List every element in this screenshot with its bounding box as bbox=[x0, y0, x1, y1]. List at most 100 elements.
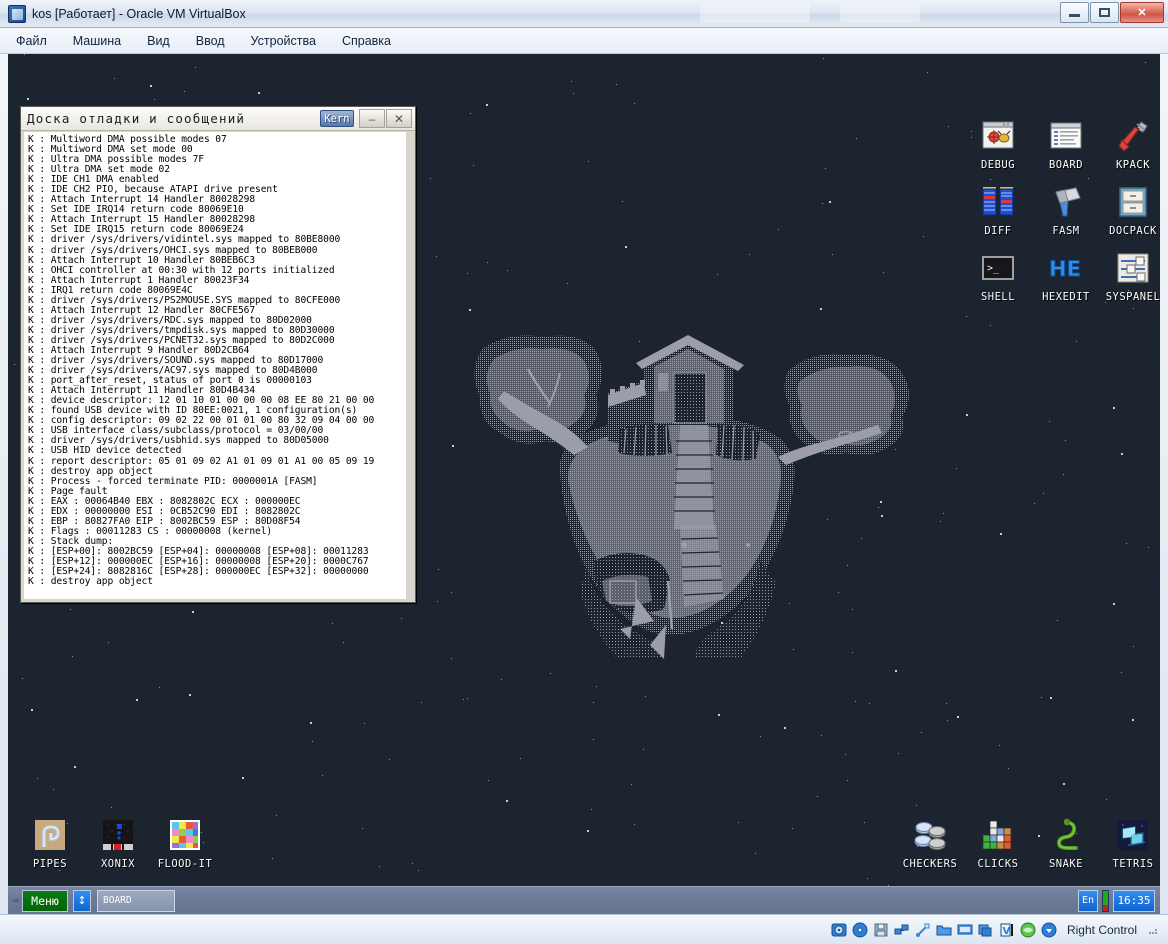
star bbox=[27, 98, 29, 100]
star bbox=[501, 679, 502, 680]
desktop-icon-syspanel[interactable]: SYSPANEL bbox=[1101, 250, 1160, 303]
desktop-icon-docpack[interactable]: DOCPACK bbox=[1101, 184, 1160, 237]
star bbox=[452, 445, 454, 447]
taskbar-collapse-arrow[interactable]: ◄ bbox=[10, 896, 20, 906]
shell-terminal-icon: >_ bbox=[980, 250, 1016, 286]
desktop-icon-pipes[interactable]: PIPES bbox=[18, 817, 82, 870]
mouse-capture-icon[interactable] bbox=[1020, 922, 1036, 938]
close-button[interactable]: ✕ bbox=[1120, 2, 1164, 23]
star bbox=[855, 701, 856, 702]
debug-board-window[interactable]: Доска отладки и сообщений Kern – ✕ K : M… bbox=[20, 106, 416, 603]
star bbox=[1041, 697, 1042, 698]
menu-file[interactable]: Файл bbox=[14, 32, 49, 50]
star bbox=[1113, 407, 1115, 409]
star bbox=[1133, 308, 1134, 309]
checkers-game-icon bbox=[912, 817, 948, 853]
menu-view[interactable]: Вид bbox=[145, 32, 172, 50]
star bbox=[159, 687, 160, 688]
virtualization-icon[interactable]: V bbox=[999, 922, 1015, 938]
star bbox=[31, 709, 33, 711]
desktop-icon-board[interactable]: BOARD bbox=[1034, 118, 1098, 171]
star bbox=[1133, 646, 1134, 647]
star bbox=[364, 723, 365, 724]
star bbox=[421, 702, 422, 703]
keyboard-icon[interactable] bbox=[1041, 922, 1057, 938]
floppy-icon[interactable] bbox=[873, 922, 889, 938]
desktop-icon-diff[interactable]: DIFF bbox=[966, 184, 1030, 237]
desktop-icon-clicks[interactable]: CLICKS bbox=[966, 817, 1030, 870]
board-titlebar[interactable]: Доска отладки и сообщений Kern – ✕ bbox=[21, 107, 415, 131]
star bbox=[389, 759, 390, 760]
desktop-icon-snake[interactable]: SNAKE bbox=[1034, 817, 1098, 870]
desktop-icon-kpack[interactable]: KPACK bbox=[1101, 118, 1160, 171]
desktop-icon-floodit[interactable]: FLOOD-IT bbox=[153, 817, 217, 870]
desktop-icon-xonix[interactable]: XONIX bbox=[86, 817, 150, 870]
desktop-icon-checkers[interactable]: CHECKERS bbox=[898, 817, 962, 870]
star bbox=[451, 592, 452, 593]
network-icon[interactable] bbox=[894, 922, 910, 938]
kern-button[interactable]: Kern bbox=[320, 110, 354, 127]
menu-input[interactable]: Ввод bbox=[194, 32, 227, 50]
start-menu-button[interactable]: Меню bbox=[22, 890, 68, 912]
star bbox=[622, 201, 623, 202]
star bbox=[943, 513, 944, 514]
star bbox=[898, 753, 899, 754]
desktop-icon-label: SNAKE bbox=[1034, 858, 1098, 870]
star bbox=[70, 609, 71, 610]
resize-grip-icon[interactable] bbox=[1148, 925, 1158, 935]
desktop-icon-shell[interactable]: >_ SHELL bbox=[966, 250, 1030, 303]
language-indicator[interactable]: En bbox=[1078, 890, 1098, 912]
desktop-icon-label: DEBUG bbox=[966, 159, 1030, 171]
star bbox=[845, 754, 846, 755]
star bbox=[150, 85, 152, 87]
tetris-game-icon bbox=[1115, 817, 1151, 853]
xonix-game-icon bbox=[100, 817, 136, 853]
star bbox=[966, 316, 967, 317]
taskbar-clock[interactable]: 16:35 bbox=[1113, 890, 1155, 912]
usb-icon[interactable] bbox=[915, 922, 931, 938]
star bbox=[473, 165, 474, 166]
star bbox=[463, 699, 464, 700]
star bbox=[596, 686, 597, 687]
star bbox=[948, 126, 949, 127]
taskbar-task-board[interactable]: BOARD bbox=[97, 890, 175, 912]
desktop-icon-tetris[interactable]: TETRIS bbox=[1101, 817, 1160, 870]
clicks-blocks-icon bbox=[980, 817, 1016, 853]
shared-folder-icon[interactable] bbox=[936, 922, 952, 938]
star bbox=[343, 642, 344, 643]
recording-icon[interactable] bbox=[978, 922, 994, 938]
board-scrollbar[interactable] bbox=[407, 132, 413, 599]
menu-help[interactable]: Справка bbox=[340, 32, 393, 50]
display-icon[interactable] bbox=[957, 922, 973, 938]
cpu-load-indicator[interactable] bbox=[1102, 890, 1109, 912]
svg-text:HE: HE bbox=[1049, 257, 1081, 281]
vm-guest-screen[interactable]: DEBUG BOARD bbox=[8, 54, 1160, 914]
star bbox=[136, 699, 138, 701]
cd-icon[interactable] bbox=[852, 922, 868, 938]
star bbox=[643, 749, 644, 750]
board-minimize-button[interactable]: – bbox=[359, 109, 385, 128]
star bbox=[1076, 341, 1077, 342]
star bbox=[990, 179, 991, 180]
host-key-label: Right Control bbox=[1067, 923, 1137, 937]
desktop-icon-debug[interactable]: DEBUG bbox=[966, 118, 1030, 171]
star bbox=[825, 168, 826, 169]
desktop-icon-hexedit[interactable]: HE HEXEDIT bbox=[1034, 250, 1098, 303]
window-order-button[interactable]: ↕ bbox=[73, 890, 91, 912]
star bbox=[469, 309, 471, 311]
board-log-area[interactable]: K : Multiword DMA possible modes 07K : M… bbox=[24, 132, 406, 599]
star bbox=[418, 870, 419, 871]
menu-devices[interactable]: Устройства bbox=[249, 32, 318, 50]
snake-game-icon bbox=[1048, 817, 1084, 853]
docpack-cabinet-icon bbox=[1115, 184, 1151, 220]
desktop-icon-label: DIFF bbox=[966, 225, 1030, 237]
star bbox=[966, 414, 968, 416]
maximize-button[interactable] bbox=[1090, 2, 1119, 23]
desktop-icon-fasm[interactable]: FASM bbox=[1034, 184, 1098, 237]
virtualbox-menubar: Файл Машина Вид Ввод Устройства Справка bbox=[0, 28, 1168, 54]
board-close-button[interactable]: ✕ bbox=[386, 109, 412, 128]
board-log-line: K : destroy app object bbox=[28, 577, 404, 587]
minimize-button[interactable] bbox=[1060, 2, 1089, 23]
menu-machine[interactable]: Машина bbox=[71, 32, 123, 50]
hard-disk-icon[interactable] bbox=[831, 922, 847, 938]
